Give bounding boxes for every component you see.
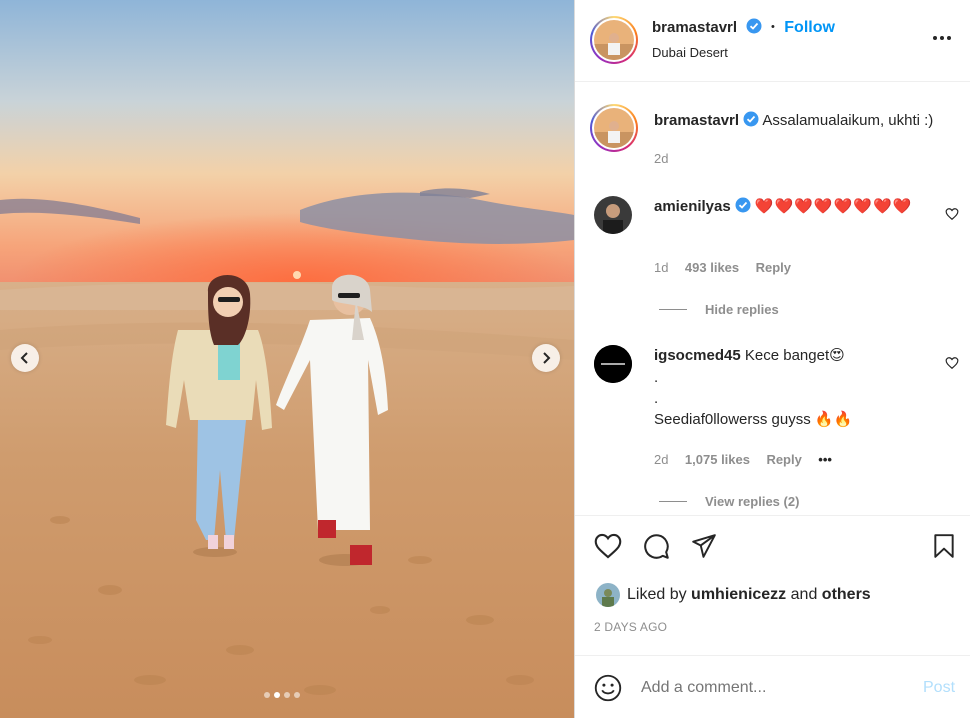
previous-slide-button[interactable] <box>11 344 39 372</box>
comment-input[interactable] <box>641 676 901 700</box>
comment: igsocmed45 Kece banget😍 . . Seediaf0llow… <box>654 345 924 431</box>
comment-meta: 2d 1,075 likes Reply ••• <box>654 451 832 469</box>
reply-button[interactable]: Reply <box>756 260 791 275</box>
caption-text: Assalamualaikum, ukhti :) <box>762 112 934 129</box>
commenter-avatar[interactable] <box>594 345 632 383</box>
comment-meta: 1d 493 likes Reply <box>654 259 791 277</box>
avatar-image <box>594 108 634 148</box>
like-comment-heart-icon[interactable] <box>945 207 959 221</box>
comment: amienilyas ❤️❤️❤️❤️❤️❤️❤️❤️ <box>654 196 924 218</box>
comment-likes[interactable]: 493 likes <box>685 260 739 275</box>
comment-text-line: Kece banget😍 <box>744 347 845 364</box>
emoji-smiley-icon[interactable] <box>594 674 622 702</box>
next-slide-button[interactable] <box>532 344 560 372</box>
like-comment-heart-icon[interactable] <box>945 356 959 370</box>
chevron-right-icon <box>543 352 551 364</box>
comment-likes[interactable]: 1,075 likes <box>685 452 750 467</box>
caption: bramastavrl Assalamualaikum, ukhti :) <box>654 110 959 132</box>
chevron-left-icon <box>20 352 28 364</box>
liker-avatar[interactable] <box>596 583 620 607</box>
save-bookmark-icon[interactable] <box>932 533 956 559</box>
avatar-image <box>594 20 634 60</box>
likes-summary: Liked by umhienicezz and others <box>627 586 871 604</box>
comment-bubble-icon[interactable] <box>643 533 670 560</box>
separator-dot: • <box>770 21 775 33</box>
commenter-avatar[interactable] <box>594 196 632 234</box>
hide-replies-label: Hide replies <box>705 302 779 317</box>
avatar-image <box>596 583 620 607</box>
liker-username[interactable]: umhienicezz <box>691 586 786 603</box>
comment-text-line: . <box>654 369 659 386</box>
carousel-dot <box>264 692 270 698</box>
add-comment-bar: Post <box>575 655 970 718</box>
author-avatar[interactable] <box>590 16 638 64</box>
avatar-image <box>594 196 632 234</box>
caption-age[interactable]: 2d <box>654 151 668 166</box>
carousel-dot-active <box>274 692 280 698</box>
comment-age[interactable]: 1d <box>654 260 668 275</box>
likes-and: and <box>790 586 818 603</box>
more-options-button[interactable] <box>932 28 952 53</box>
comment-text-line: . <box>654 390 659 407</box>
carousel-dot <box>294 692 300 698</box>
post-location[interactable]: Dubai Desert <box>652 45 728 60</box>
comment-age[interactable]: 2d <box>654 452 668 467</box>
desert-sunset-photo <box>0 0 574 718</box>
replies-line <box>659 501 687 503</box>
reply-button[interactable]: Reply <box>766 452 801 467</box>
comment-username[interactable]: amienilyas <box>654 198 731 215</box>
comment-username[interactable]: igsocmed45 <box>654 347 741 364</box>
post-comment-button[interactable]: Post <box>923 679 955 697</box>
likes-prefix: Liked by <box>627 586 687 603</box>
share-send-icon[interactable] <box>691 533 717 559</box>
carousel-indicator <box>264 692 300 698</box>
verified-badge-icon <box>735 197 751 213</box>
action-bar <box>575 515 970 516</box>
avatar-image <box>594 345 632 383</box>
carousel-dot <box>284 692 290 698</box>
comment-text: ❤️❤️❤️❤️❤️❤️❤️❤️ <box>754 198 913 215</box>
replies-line <box>659 309 687 311</box>
view-replies-button[interactable]: View replies (2) <box>659 493 799 511</box>
follow-button[interactable]: Follow <box>784 19 835 36</box>
author-username[interactable]: bramastavrl <box>652 19 737 36</box>
post-sidebar: bramastavrl • Follow Dubai Desert bramas… <box>575 0 970 718</box>
post-timestamp[interactable]: 2 DAYS AGO <box>594 620 667 634</box>
more-horizontal-icon <box>933 36 951 40</box>
view-replies-label: View replies (2) <box>705 494 800 509</box>
caption-username[interactable]: bramastavrl <box>654 112 739 129</box>
comment-options-button[interactable]: ••• <box>818 452 832 467</box>
like-heart-icon[interactable] <box>594 533 622 559</box>
caption-avatar[interactable] <box>590 104 638 152</box>
likes-others-link[interactable]: others <box>822 586 871 603</box>
comment-text-line: Seediaf0llowerss guyss 🔥🔥 <box>654 411 853 428</box>
verified-badge-icon <box>743 111 759 127</box>
verified-badge-icon <box>746 18 762 34</box>
post-photo[interactable] <box>0 0 574 718</box>
post-header: bramastavrl • Follow Dubai Desert <box>575 0 970 82</box>
hide-replies-button[interactable]: Hide replies <box>659 301 779 319</box>
